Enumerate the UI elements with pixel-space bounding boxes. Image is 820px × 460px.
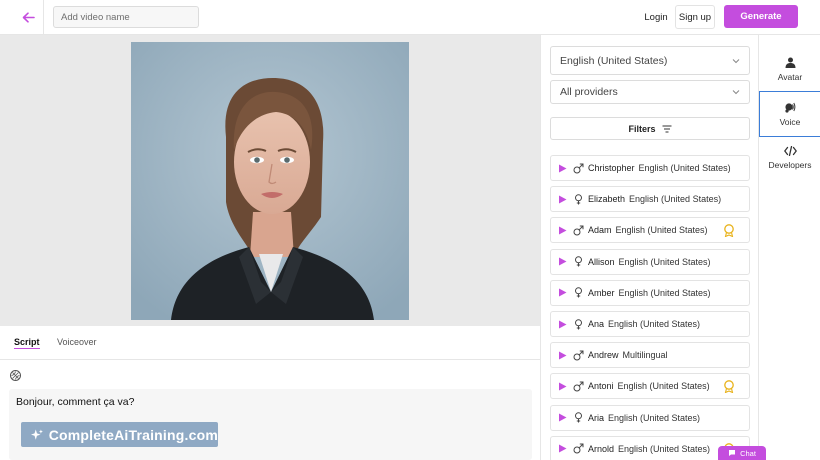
voice-panel: English (United States) All providers Fi… (540, 35, 758, 460)
voice-row[interactable]: Andrew Multilingual (550, 342, 750, 369)
avatar-portrait (131, 42, 409, 320)
chat-label: Chat (740, 448, 756, 458)
ai-sparkle-icon[interactable] (9, 369, 22, 382)
voice-row[interactable]: Ana English (United States) (550, 311, 750, 337)
play-icon[interactable] (558, 444, 567, 453)
script-editor: Bonjour, comment ça va? CompleteAiTraini… (0, 360, 540, 460)
top-bar: Login Sign up Generate (0, 0, 820, 35)
voice-name: Allison (588, 256, 615, 267)
language-select[interactable]: English (United States) (550, 46, 750, 75)
code-icon (783, 146, 797, 156)
voice-name: Ana (588, 319, 605, 329)
filters-label: Filters (628, 123, 656, 134)
female-icon (575, 318, 582, 329)
voice-icon (785, 102, 796, 113)
voice-language: Multilingual (622, 350, 668, 361)
video-preview (0, 35, 540, 326)
filters-button[interactable]: Filters (550, 117, 750, 140)
watermark: CompleteAiTraining.com (21, 422, 218, 447)
tab-script[interactable]: Script (14, 337, 40, 349)
voice-language: English (United States) (608, 319, 701, 329)
avatar-image (131, 42, 409, 320)
voice-row[interactable]: Amber English (United States) (550, 279, 750, 306)
voice-name: Adam (588, 225, 612, 236)
play-icon[interactable] (558, 351, 567, 360)
filter-icon (662, 124, 671, 133)
voice-name: Amber (588, 287, 615, 298)
voice-language: English (United States) (618, 256, 711, 267)
voice-row[interactable]: Aria English (United States) (550, 404, 750, 431)
voice-language: English (United States) (608, 412, 701, 423)
chat-button[interactable]: Chat (718, 446, 766, 460)
sidebar-item-voice[interactable]: Voice (759, 91, 820, 137)
tab-voiceover[interactable]: Voiceover (57, 337, 97, 347)
play-icon[interactable] (558, 195, 567, 204)
chevron-down-icon (732, 90, 740, 95)
play-icon[interactable] (558, 257, 567, 266)
voice-row[interactable]: Christopher English (United States) (550, 155, 750, 181)
voice-name: Christopher (588, 163, 635, 173)
voice-language: English (United States) (615, 225, 708, 236)
female-icon (575, 287, 582, 298)
voice-name: Arnold (588, 443, 615, 454)
right-sidebar: Avatar Voice Developers (758, 35, 820, 460)
watermark-text: CompleteAiTraining.com (48, 426, 218, 443)
voice-name: Andrew (588, 350, 619, 361)
chevron-down-icon (732, 58, 740, 63)
voice-language: English (United States) (617, 381, 710, 392)
play-icon[interactable] (558, 320, 567, 329)
back-button[interactable] (16, 6, 40, 28)
play-icon[interactable] (558, 164, 567, 173)
female-icon (575, 412, 582, 423)
sidebar-item-label: Developers (768, 160, 812, 170)
play-icon[interactable] (558, 382, 567, 391)
voice-name: Aria (588, 412, 605, 423)
voice-language: English (United States) (629, 194, 722, 205)
sparkle-icon (31, 428, 43, 440)
voice-name: Antoni (588, 381, 614, 392)
female-icon (575, 256, 582, 267)
voice-name: Elizabeth (588, 194, 626, 205)
provider-select[interactable]: All providers (550, 80, 750, 104)
male-icon (573, 163, 584, 173)
generate-button[interactable]: Generate (724, 5, 798, 28)
login-button[interactable]: Login (639, 6, 673, 28)
male-icon (573, 381, 584, 392)
sidebar-item-label: Voice (779, 117, 801, 127)
signup-button[interactable]: Sign up (675, 5, 715, 29)
play-icon[interactable] (558, 413, 567, 422)
male-icon (573, 350, 584, 361)
sidebar-item-avatar[interactable]: Avatar (759, 47, 820, 91)
sidebar-item-label: Avatar (777, 71, 803, 82)
voice-row[interactable]: Elizabeth English (United States) (550, 186, 750, 213)
script-text[interactable]: Bonjour, comment ça va? (16, 396, 134, 408)
voice-language: English (United States) (638, 163, 731, 173)
header-divider (43, 0, 44, 35)
play-icon[interactable] (558, 226, 567, 235)
voice-language: English (United States) (618, 443, 711, 454)
voice-row[interactable]: Antoni English (United States) (550, 373, 750, 400)
provider-select-value: All providers (560, 86, 618, 98)
play-icon[interactable] (558, 288, 567, 297)
male-icon (573, 225, 584, 236)
person-icon (785, 57, 795, 68)
voice-language: English (United States) (618, 287, 711, 298)
script-text-box[interactable]: Bonjour, comment ça va? CompleteAiTraini… (9, 389, 532, 460)
sidebar-item-developers[interactable]: Developers (759, 136, 820, 180)
premium-badge-icon (724, 380, 734, 394)
arrow-left-icon (22, 11, 35, 23)
voice-row[interactable]: Allison English (United States) (550, 248, 750, 275)
male-icon (573, 443, 584, 454)
voice-row[interactable]: Adam English (United States) (550, 217, 750, 244)
video-name-input[interactable] (53, 6, 199, 28)
editor-tabs: Script Voiceover (0, 326, 540, 360)
premium-badge-icon (724, 224, 734, 238)
language-select-value: English (United States) (560, 54, 668, 67)
female-icon (575, 193, 582, 205)
chat-bubble-icon (729, 450, 736, 456)
